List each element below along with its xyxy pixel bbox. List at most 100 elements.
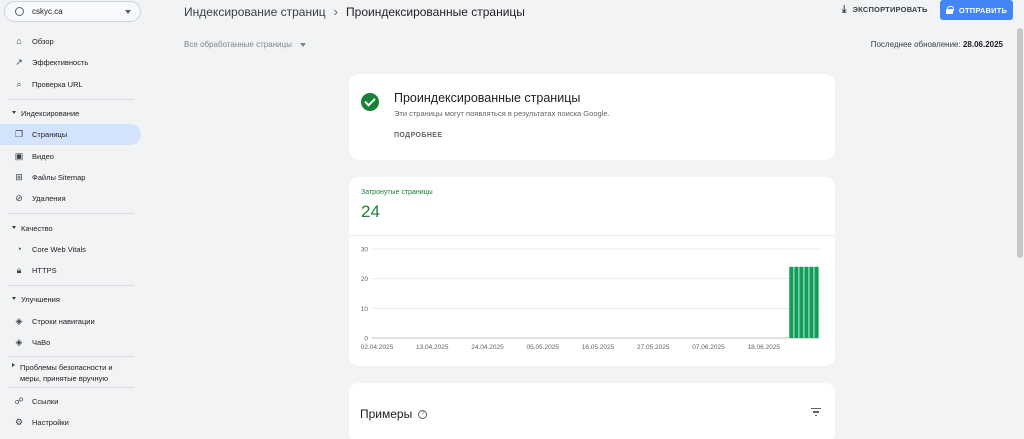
x-tick-label: 16.05.2025: [582, 344, 615, 351]
share-label: ОТПРАВИТЬ: [958, 5, 1008, 15]
section-title: Проблемы безопасности и меры, принятые в…: [20, 363, 113, 383]
collapse-icon: [12, 111, 16, 114]
x-tick-label: 07.06.2025: [692, 344, 725, 351]
expand-icon: [12, 363, 15, 367]
layers-icon: ◈: [15, 337, 23, 347]
bar: [794, 266, 799, 338]
examples-card: Примеры ?: [349, 383, 835, 439]
x-tick-label: 18.06.2025: [747, 344, 780, 351]
divider: [349, 235, 835, 236]
examples-title-text: Примеры: [360, 407, 413, 421]
divider: [8, 99, 134, 100]
sidebar-item-label: Проверка URL: [32, 80, 83, 89]
sidebar-item-label: ЧаВо: [32, 338, 51, 347]
sidebar-item-label: Файлы Sitemap: [32, 173, 86, 182]
sidebar-item-sitemaps[interactable]: ⊞ Файлы Sitemap: [0, 167, 141, 188]
bar: [799, 266, 804, 338]
sidebar-item-video[interactable]: ▣ Видео: [0, 146, 141, 167]
sidebar-item-settings[interactable]: ⚙ Настройки: [0, 412, 141, 433]
section-title: Улучшения: [21, 295, 60, 304]
sidebar-item-core-web-vitals[interactable]: ◔ Core Web Vitals: [0, 239, 141, 260]
sidebar-item-label: Удаления: [32, 194, 66, 203]
chevron-down-icon: [125, 10, 131, 14]
bar: [814, 266, 819, 338]
sidebar-item-pages[interactable]: ❐ Страницы: [0, 124, 141, 145]
affected-pages-count: 24: [361, 202, 380, 221]
last-updated: Последнее обновление: 28.06.2025: [871, 40, 1003, 49]
home-icon: ⌂: [16, 36, 22, 46]
chevron-right-icon: ›: [333, 4, 339, 19]
section-title: Индексирование: [21, 109, 80, 118]
section-title: Качество: [21, 224, 53, 233]
last-updated-label: Последнее обновление:: [870, 40, 961, 49]
x-tick-label: 24.04.2025: [471, 344, 504, 351]
layers-icon: ◈: [15, 316, 23, 326]
sidebar-item-label: Строки навигации: [32, 317, 95, 326]
divider: [8, 213, 134, 214]
chevron-down-icon: [299, 42, 306, 47]
collapse-icon: [12, 226, 16, 229]
bar: [804, 266, 809, 338]
sidebar: cskyc.ca ⌂ Обзор ↗ Эффективность ⌕ Прове…: [0, 0, 148, 439]
search-icon: ⌕: [16, 79, 22, 89]
learn-more-link[interactable]: ПОДРОБНЕЕ: [394, 132, 442, 139]
y-tick-label: 0: [364, 336, 368, 343]
breadcrumb: Индексирование страниц › Проиндексирован…: [184, 4, 525, 19]
sidebar-item-overview[interactable]: ⌂ Обзор: [0, 31, 141, 52]
sidebar-item-performance[interactable]: ↗ Эффективность: [0, 52, 141, 73]
sidebar-item-label: Core Web Vitals: [32, 245, 86, 254]
section-security[interactable]: Проблемы безопасности и меры, принятые в…: [0, 362, 135, 384]
sidebar-item-label: Ссылки: [32, 397, 59, 406]
divider: [8, 387, 134, 388]
property-name: cskyc.ca: [32, 7, 63, 16]
y-tick-label: 20: [361, 276, 369, 283]
sidebar-item-breadcrumbs[interactable]: ◈ Строки навигации: [0, 311, 141, 332]
x-tick-label: 02.04.2025: [361, 344, 394, 351]
bar: [809, 266, 814, 338]
x-tick-label: 27.05.2025: [637, 344, 670, 351]
sidebar-item-label: Страницы: [32, 130, 68, 139]
sidebar-item-https[interactable]: 🔒︎ HTTPS: [0, 260, 141, 281]
sitemap-icon: ⊞: [15, 172, 23, 182]
x-tick-label: 13.04.2025: [416, 344, 449, 351]
filter-icon[interactable]: [811, 408, 821, 416]
export-label: ЭКСПОРТИРОВАТЬ: [852, 5, 928, 14]
last-updated-date: 28.06.2025: [962, 40, 1003, 49]
scrollbar[interactable]: [1017, 28, 1023, 258]
sidebar-item-label: Эффективность: [32, 58, 89, 67]
y-tick-label: 10: [361, 306, 369, 313]
bar: [789, 266, 794, 338]
sidebar-item-label: HTTPS: [32, 266, 57, 275]
property-selector[interactable]: cskyc.ca: [4, 1, 141, 22]
sidebar-item-links[interactable]: ☍ Ссылки: [0, 391, 141, 412]
share-button[interactable]: ОТПРАВИТЬ: [940, 0, 1013, 20]
divider: [8, 356, 134, 357]
status-title: Проиндексированные страницы: [394, 91, 581, 105]
sidebar-item-label: Настройки: [32, 418, 69, 427]
lock-icon: [945, 6, 954, 14]
export-button[interactable]: ⤓ ЭКСПОРТИРОВАТЬ: [842, 4, 928, 15]
sidebar-item-label: Обзор: [32, 37, 54, 46]
sidebar-item-faq[interactable]: ◈ ЧаВо: [0, 332, 141, 353]
sidebar-item-removals[interactable]: ⊘ Удаления: [0, 188, 141, 209]
x-tick-label: 05.05.2025: [526, 344, 559, 351]
removals-icon: ⊘: [15, 193, 23, 203]
trending-icon: ↗: [15, 57, 23, 67]
page-filter-dropdown[interactable]: Все обработанные страницы: [184, 40, 306, 49]
section-indexing[interactable]: Индексирование: [0, 109, 141, 118]
gauge-icon: ◔: [16, 244, 22, 254]
video-icon: ▣: [14, 151, 24, 161]
status-subtitle: Эти страницы могут появляться в результа…: [394, 109, 610, 118]
pages-icon: ❐: [14, 129, 24, 139]
breadcrumb-parent[interactable]: Индексирование страниц: [184, 5, 326, 19]
help-icon[interactable]: ?: [418, 409, 428, 419]
links-icon: ☍: [14, 396, 24, 406]
sidebar-item-url-inspection[interactable]: ⌕ Проверка URL: [0, 74, 141, 95]
section-quality[interactable]: Качество: [0, 224, 141, 233]
section-enhancements[interactable]: Улучшения: [0, 295, 141, 304]
affected-pages-label: Затронутые страницы: [361, 189, 433, 196]
globe-icon: [15, 7, 24, 16]
download-icon: ⤓: [842, 4, 847, 15]
sidebar-item-label: Видео: [32, 152, 54, 161]
examples-title: Примеры ?: [360, 407, 428, 421]
